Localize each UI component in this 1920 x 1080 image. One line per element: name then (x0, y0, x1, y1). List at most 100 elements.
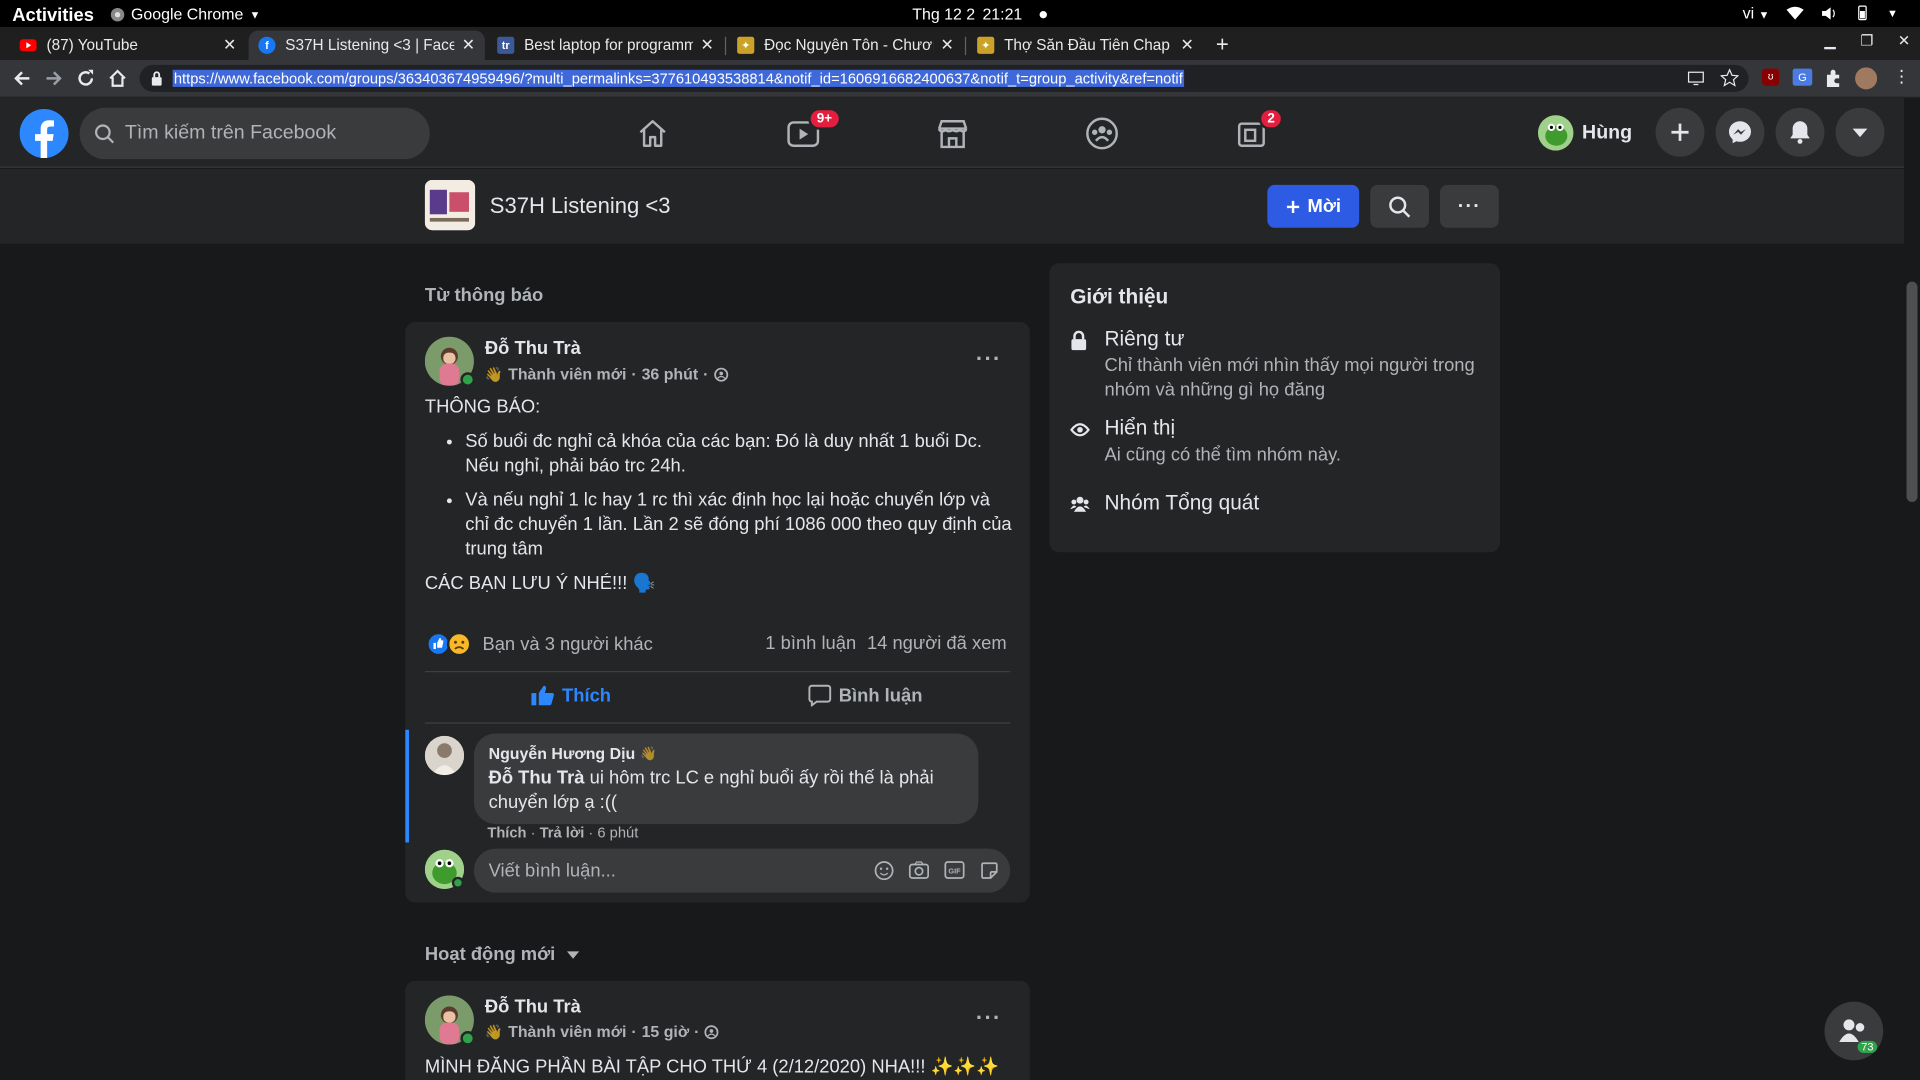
url-text[interactable]: https://www.facebook.com/groups/36340367… (172, 69, 1185, 87)
address-bar[interactable]: https://www.facebook.com/groups/36340367… (139, 64, 1749, 92)
post-time[interactable]: 36 phút (642, 365, 699, 383)
tab-title: S37H Listening <3 | Faceb (285, 36, 455, 54)
minimize-button[interactable]: ▁ (1824, 32, 1835, 49)
post-author[interactable]: Đỗ Thu Trà (485, 338, 581, 359)
kebab-menu-icon[interactable]: ⋮ (1893, 66, 1910, 87)
search-input[interactable] (124, 122, 419, 145)
invite-button[interactable]: Mời (1267, 184, 1360, 228)
like-label: Thích (562, 685, 612, 706)
page-scrollbar[interactable] (1904, 97, 1920, 1080)
create-button[interactable] (1655, 107, 1705, 157)
comment-button[interactable]: Bình luận (808, 684, 922, 707)
scrollbar-thumb[interactable] (1906, 281, 1918, 503)
nav-watch[interactable]: 9+ (785, 107, 841, 152)
activities-button[interactable]: Activities (12, 5, 94, 26)
forward-icon[interactable] (44, 69, 64, 89)
comment-input[interactable] (488, 860, 844, 882)
clock-time: 21:21 (982, 4, 1023, 24)
online-indicator (460, 1031, 476, 1046)
ublock-icon[interactable]: ʊ (1762, 68, 1780, 86)
emoji-icon[interactable] (874, 861, 894, 881)
thumbs-up-icon (531, 685, 554, 706)
about-item-desc: Chỉ thành viên mới nhìn thấy mọi người t… (1104, 355, 1475, 401)
close-icon[interactable]: ✕ (1181, 36, 1194, 56)
profile-button[interactable]: Hùng (1537, 115, 1632, 151)
install-icon[interactable] (1687, 70, 1704, 86)
comment-author[interactable]: Nguyễn Hương Dịu (489, 742, 636, 766)
view-count[interactable]: 14 người đã xem (867, 633, 1007, 654)
battery-icon (1858, 5, 1867, 21)
post-options-icon[interactable]: ··· (976, 1005, 1002, 1031)
tab-laptop[interactable]: tr Best laptop for programm ✕ (487, 31, 723, 60)
home-icon[interactable] (108, 69, 128, 89)
reaction-summary[interactable]: Bạn và 3 người khác (426, 631, 653, 657)
nav-home[interactable] (634, 115, 671, 152)
new-message-button[interactable]: 73 (1824, 1001, 1884, 1061)
account-menu-button[interactable] (1835, 107, 1885, 157)
recent-activity-dropdown[interactable]: Hoạt động mới (425, 944, 580, 965)
tab-strip: (87) YouTube ✕ f S37H Listening <3 | Fac… (0, 26, 1920, 61)
app-name: Google Chrome (131, 4, 244, 24)
gif-icon[interactable]: GIF (944, 861, 965, 879)
post-author[interactable]: Đỗ Thu Trà (485, 997, 581, 1018)
new-tab-button[interactable]: + (1216, 32, 1229, 58)
close-icon[interactable]: ✕ (462, 36, 475, 56)
volume-icon (1822, 6, 1835, 19)
back-icon[interactable] (12, 69, 32, 89)
messenger-button[interactable] (1715, 107, 1765, 157)
comment-mention[interactable]: Đỗ Thu Trà (489, 768, 585, 789)
comment-count[interactable]: 1 bình luận (765, 633, 856, 654)
facebook-logo-icon[interactable] (19, 108, 69, 158)
group-audience-icon (704, 1024, 719, 1039)
restore-button[interactable]: ❐ (1860, 32, 1873, 49)
sticker-icon[interactable] (980, 861, 1000, 881)
group-search-button[interactable] (1370, 184, 1429, 228)
nav-groups[interactable] (1084, 115, 1121, 152)
close-icon[interactable]: ✕ (223, 36, 236, 56)
post-options-icon[interactable]: ··· (976, 347, 1002, 373)
tab-tho-san[interactable]: ✦ Thợ Săn Đầu Tiên Chap 5 ✕ (967, 31, 1203, 60)
like-button[interactable]: Thích (530, 684, 611, 706)
avatar[interactable] (424, 735, 465, 776)
clock[interactable]: Thg 12 2 21:21 (912, 5, 1047, 23)
search-bar[interactable] (79, 107, 430, 160)
member-role: Thành viên mới (508, 364, 627, 384)
nav-gaming[interactable]: 2 (1233, 107, 1284, 152)
app-menu[interactable]: Google Chrome ▼ (110, 5, 260, 23)
nav-marketplace[interactable] (934, 115, 971, 152)
post-bullet: Và nếu nghỉ 1 lc hay 1 rc thì xác định h… (465, 489, 1012, 562)
group-more-button[interactable]: ··· (1440, 184, 1499, 228)
comment-composer[interactable]: GIF (473, 848, 1011, 893)
system-tray[interactable]: vi ▼ ▼ (1743, 4, 1898, 22)
tab-nguyen-ton[interactable]: ✦ Đọc Nguyên Tôn - Chươn ✕ (727, 31, 963, 60)
group-cover-thumbnail[interactable] (424, 180, 476, 231)
tab-youtube[interactable]: (87) YouTube ✕ (10, 31, 246, 60)
comment-like-link[interactable]: Thích (487, 824, 526, 841)
book-icon: ✦ (977, 36, 995, 54)
camera-icon[interactable] (908, 861, 930, 879)
plus-icon (1286, 200, 1299, 213)
translate-icon[interactable]: G (1792, 68, 1813, 86)
profile-avatar[interactable] (1855, 67, 1878, 90)
extensions-puzzle-icon[interactable] (1824, 69, 1841, 87)
notifications-button[interactable] (1775, 107, 1825, 157)
tab-facebook[interactable]: f S37H Listening <3 | Faceb ✕ (248, 30, 485, 61)
online-indicator (451, 876, 465, 889)
post-meta: 👋 Thành viên mới · 15 giờ · (485, 1022, 719, 1041)
close-icon[interactable]: ✕ (701, 36, 714, 56)
comment-text: Đỗ Thu Trà ui hôm trc LC e nghỉ buổi ấy … (489, 767, 964, 816)
about-privacy: Riêng tư Chỉ thành viên mới nhìn thấy mọ… (1070, 327, 1486, 403)
tab-title: (87) YouTube (46, 36, 138, 54)
plus-icon (1671, 123, 1689, 141)
post-bullet-list: Số buổi đc nghỉ cả khóa của các bạn: Đó … (425, 430, 1013, 562)
lock-icon[interactable] (151, 71, 163, 86)
comment-reply-link[interactable]: Trả lời (540, 824, 585, 841)
group-name[interactable]: S37H Listening <3 (490, 193, 671, 219)
reload-icon[interactable] (76, 69, 96, 89)
close-window-button[interactable]: ✕ (1898, 32, 1910, 49)
post-time[interactable]: 15 giờ (642, 1022, 690, 1040)
close-icon[interactable]: ✕ (941, 36, 954, 56)
bookmark-star-icon[interactable] (1720, 68, 1739, 87)
input-language[interactable]: vi ▼ (1743, 4, 1770, 22)
comment-time[interactable]: 6 phút (597, 824, 638, 841)
